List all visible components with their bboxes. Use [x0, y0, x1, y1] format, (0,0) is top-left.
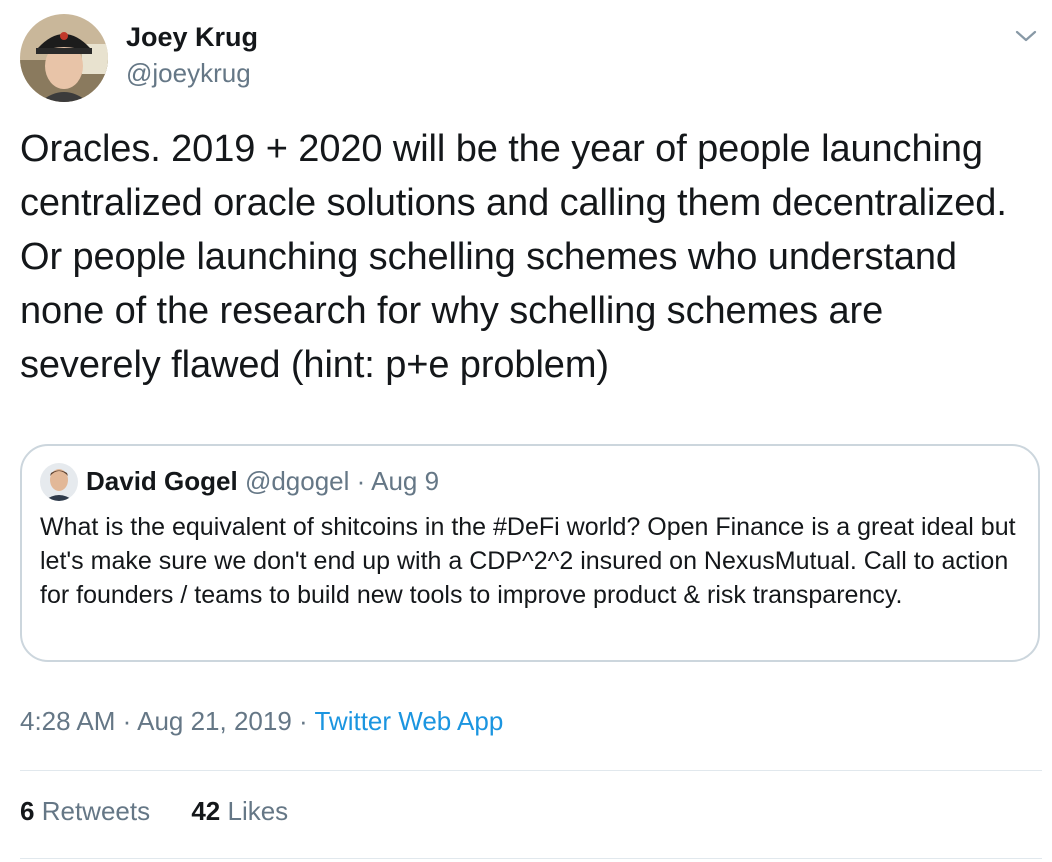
tweet-detail: Joey Krug @joeykrug Oracles. 2019 + 2020… [0, 0, 1052, 862]
retweets-label: Retweets [41, 796, 151, 826]
tweet-source-link[interactable]: Twitter Web App [314, 706, 503, 736]
quoted-separator: · [356, 466, 366, 496]
quoted-date: Aug 9 [371, 466, 440, 496]
chevron-down-icon[interactable] [1014, 26, 1038, 46]
likes-count: 42 [191, 796, 221, 826]
likes-label: Likes [227, 796, 289, 826]
meta-separator: · [122, 706, 132, 736]
tweet-text: Oracles. 2019 + 2020 will be the year of… [20, 128, 1007, 386]
quoted-author-name: David Gogel [86, 466, 238, 496]
divider [20, 770, 1042, 771]
quoted-header: David Gogel @dgogel · Aug 9 [86, 466, 439, 497]
quoted-author-handle: @dgogel [244, 466, 350, 496]
timestamp-row: 4:28 AM · Aug 21, 2019 · Twitter Web App [20, 706, 503, 737]
author-avatar[interactable] [20, 14, 108, 102]
author-name[interactable]: Joey Krug [126, 22, 258, 53]
quoted-text: What is the equivalent of shitcoins in t… [40, 513, 1016, 609]
meta-separator: · [299, 706, 308, 736]
engagement-stats: 6 Retweets 42 Likes [20, 796, 322, 827]
tweet-date[interactable]: Aug 21, 2019 [137, 706, 292, 736]
author-handle[interactable]: @joeykrug [126, 58, 251, 89]
likes-stat[interactable]: 42 Likes [191, 796, 288, 826]
quoted-author-avatar [40, 463, 78, 501]
divider [20, 858, 1042, 859]
retweets-stat[interactable]: 6 Retweets [20, 796, 150, 826]
quoted-tweet[interactable]: David Gogel @dgogel · Aug 9 What is the … [20, 444, 1040, 662]
tweet-time[interactable]: 4:28 AM [20, 706, 115, 736]
retweets-count: 6 [20, 796, 35, 826]
